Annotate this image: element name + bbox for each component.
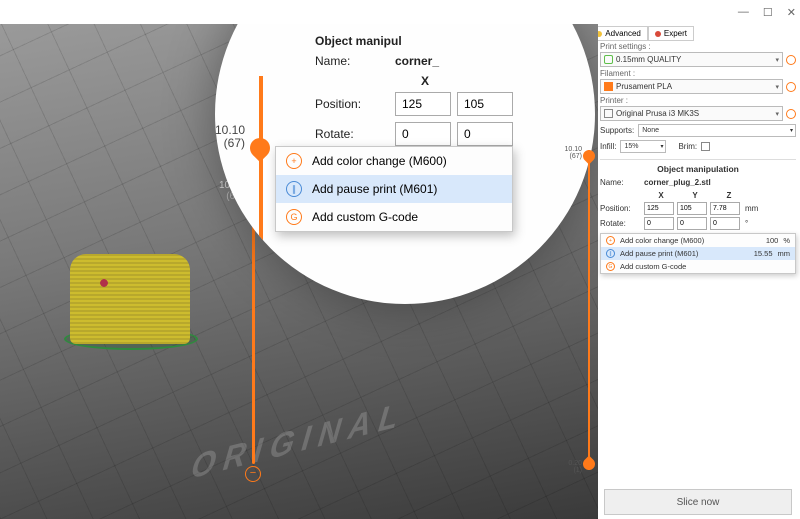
mode-expert[interactable]: Expert (648, 26, 694, 41)
viewport-3d[interactable]: ORIGINAL 10.10(67) − 10.10(67) Object ma… (0, 24, 598, 519)
layer-icon (604, 55, 613, 64)
pause-icon: ∥ (606, 249, 615, 258)
brim-checkbox[interactable] (701, 142, 710, 151)
printer-icon (604, 109, 613, 118)
supports-label: Supports: (600, 126, 634, 135)
filament-swatch (604, 82, 613, 91)
slider-thumb[interactable] (581, 148, 598, 165)
axis-x-header: X (395, 74, 455, 88)
position-x-input[interactable] (395, 92, 451, 116)
panel-title: Object manipul (315, 34, 575, 48)
context-menu-small: + Add color change (M600) 100 % ∥ Add pa… (600, 233, 796, 274)
ctx2-custom-gcode[interactable]: G Add custom G-code (601, 260, 795, 273)
magnified-slider-thumb[interactable] (246, 134, 274, 162)
right-panel: Print settings : 0.15mm QUALITY▾ Filamen… (600, 40, 796, 274)
magnified-slider-label: 10.10(67) (215, 124, 245, 150)
object-manipulation: Object manipulation Name:corner_plug_2.s… (600, 159, 796, 274)
gear-icon[interactable] (786, 109, 796, 119)
context-menu: + Add color change (M600) ∥ Add pause pr… (275, 146, 513, 232)
filament-label: Filament : (600, 69, 796, 78)
brim-label: Brim: (678, 142, 697, 151)
gcode-icon: G (606, 262, 615, 271)
pos-y[interactable] (677, 202, 707, 215)
rotate-y-input[interactable] (457, 122, 513, 146)
ctx-add-pause-print[interactable]: ∥ Add pause print (M601) (276, 175, 512, 203)
ctx2-pause-print[interactable]: ∥ Add pause print (M601) 15.55 mm (601, 247, 795, 260)
slider-thumb-bottom[interactable] (581, 456, 598, 473)
ctx2-color-change[interactable]: + Add color change (M600) 100 % (601, 234, 795, 247)
position-label: Position: (315, 97, 395, 111)
slider-minus-icon[interactable]: − (245, 466, 261, 482)
rot-x[interactable] (644, 217, 674, 230)
print-settings-label: Print settings : (600, 42, 796, 51)
ctx-add-color-change[interactable]: + Add color change (M600) (276, 147, 512, 175)
gcode-icon: G (286, 209, 302, 225)
object-name: corner_plug_2.stl (644, 178, 711, 187)
rot-y[interactable] (677, 217, 707, 230)
pause-icon: ∥ (286, 181, 302, 197)
model-preview[interactable] (70, 254, 190, 344)
infill-label: Infill: (600, 142, 616, 151)
minimize-button[interactable]: — (738, 6, 749, 18)
filament-dropdown[interactable]: Prusament PLA▾ (600, 79, 783, 94)
print-settings-dropdown[interactable]: 0.15mm QUALITY▾ (600, 52, 783, 67)
slice-now-button[interactable]: Slice now (604, 489, 792, 515)
close-button[interactable]: ✕ (787, 6, 796, 19)
ctx-add-custom-gcode[interactable]: G Add custom G-code (276, 203, 512, 231)
gear-icon[interactable] (786, 55, 796, 65)
maximize-button[interactable]: ☐ (763, 6, 773, 19)
plus-icon: + (286, 153, 302, 169)
position-y-input[interactable] (457, 92, 513, 116)
pos-z[interactable] (710, 202, 740, 215)
rotate-x-input[interactable] (395, 122, 451, 146)
pos-x[interactable] (644, 202, 674, 215)
printer-dropdown[interactable]: Original Prusa i3 MK3S▾ (600, 106, 783, 121)
rot-z[interactable] (710, 217, 740, 230)
mode-advanced[interactable]: Advanced (589, 26, 648, 41)
printer-label: Printer : (600, 96, 796, 105)
gear-icon[interactable] (786, 82, 796, 92)
layer-slider-right[interactable]: 10.10(67) 0.20(1) (580, 150, 600, 470)
window-controls: — ☐ ✕ (0, 0, 800, 24)
plus-icon: + (606, 236, 615, 245)
supports-dropdown[interactable]: None▾ (638, 124, 796, 137)
rotate-label: Rotate: (315, 127, 395, 141)
infill-dropdown[interactable]: 15%▾ (620, 140, 666, 153)
